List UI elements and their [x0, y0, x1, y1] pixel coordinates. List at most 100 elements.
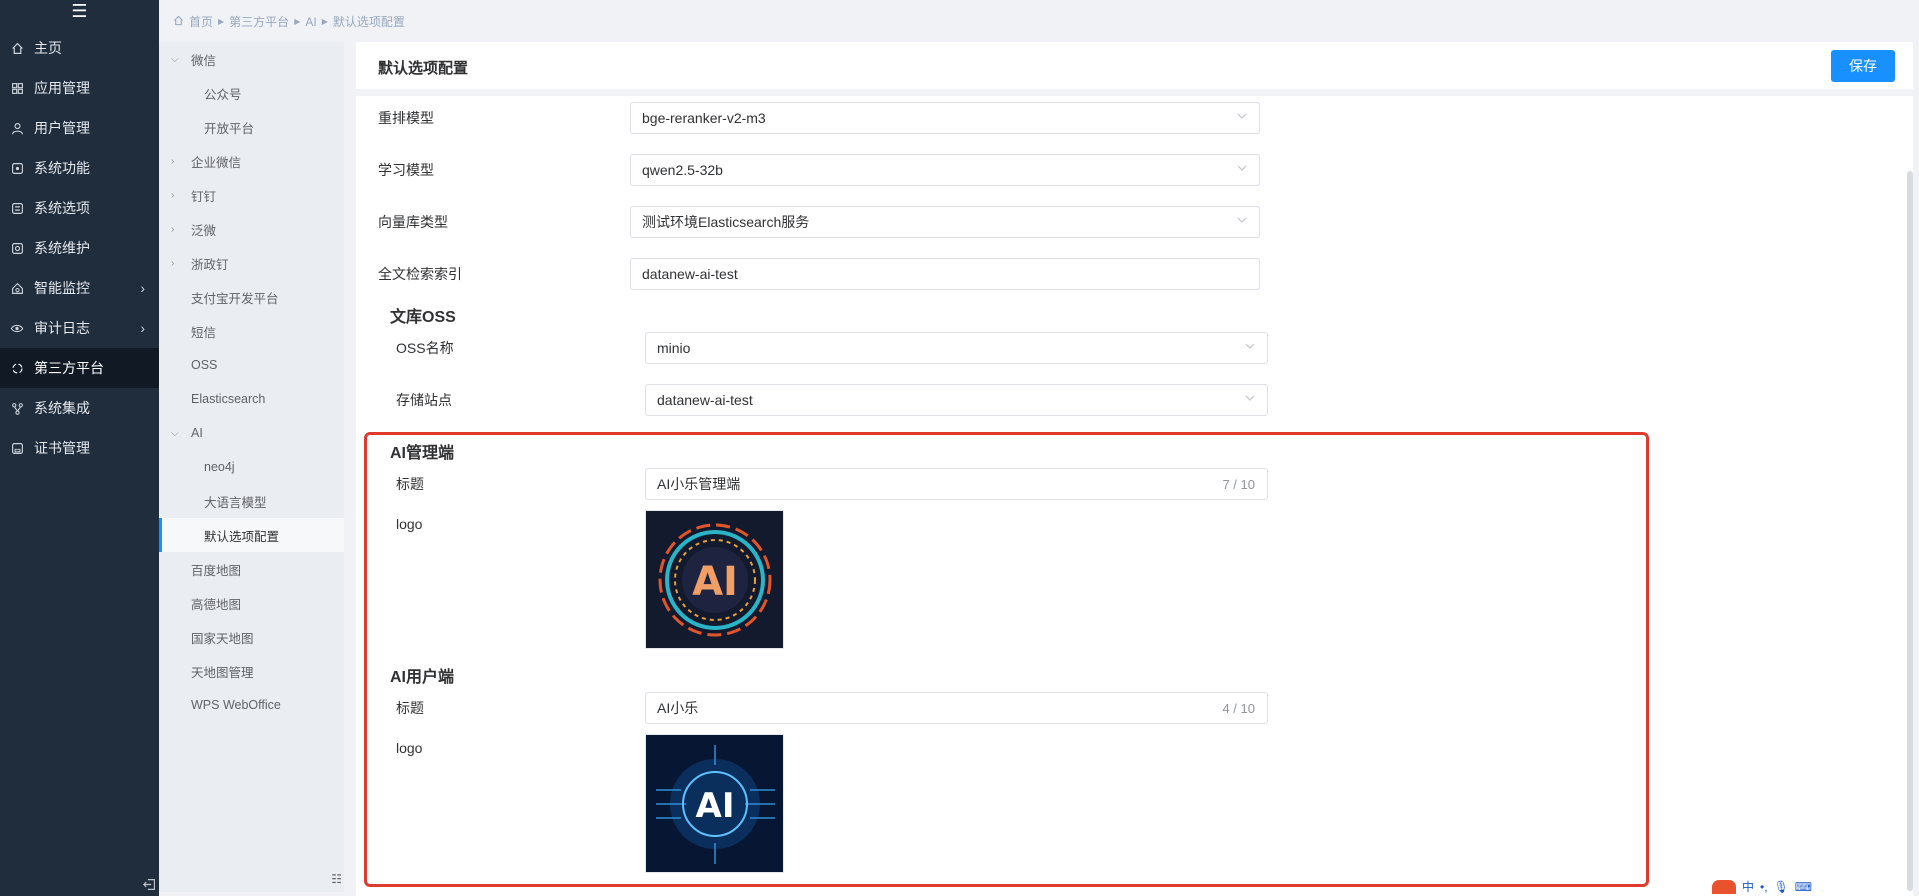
subnav-item-sms[interactable]: 短信: [159, 314, 344, 348]
subnav-item-amap[interactable]: 高德地图: [159, 586, 344, 620]
subnav-item-wps[interactable]: WPS WebOffice: [159, 688, 344, 722]
sidebar-item-audit[interactable]: 审计日志 ›: [0, 308, 159, 348]
subnav-item-alipay[interactable]: 支付宝开发平台: [159, 280, 344, 314]
subnav-label: OSS: [191, 358, 218, 372]
subnav-item-neo4j[interactable]: neo4j: [159, 450, 344, 484]
subnav-item-national-tianditu[interactable]: 国家天地图: [159, 620, 344, 654]
subnav-item-oss[interactable]: OSS: [159, 348, 344, 382]
oss-name-label: OSS名称: [396, 340, 454, 356]
oss-name-select[interactable]: minio: [645, 332, 1268, 364]
sidebar-item-home[interactable]: 主页: [0, 28, 159, 68]
sidebar-item-label: 系统选项: [34, 200, 90, 216]
certificate-icon: [10, 441, 24, 455]
ime-language[interactable]: 中: [1742, 878, 1754, 895]
sidebar-item-label: 智能监控: [34, 280, 90, 296]
sidebar-item-options[interactable]: 系统选项: [0, 188, 159, 228]
subnav-item-wechat[interactable]: ⌵ 微信: [159, 42, 344, 76]
ime-punctuation-icon[interactable]: •,: [1760, 880, 1768, 894]
sidebar-item-apps[interactable]: 应用管理: [0, 68, 159, 108]
chevron-right-icon: ›: [171, 257, 175, 269]
breadcrumb-level1[interactable]: 第三方平台: [229, 13, 289, 30]
collapse-sidebar-icon[interactable]: [143, 878, 157, 892]
page-title: 默认选项配置: [378, 60, 469, 77]
vector-db-label: 向量库类型: [378, 214, 448, 230]
sidebar-item-label: 证书管理: [34, 440, 90, 456]
menu-toggle-icon[interactable]: ☰: [0, 0, 159, 22]
integration-icon: [10, 401, 24, 415]
chevron-right-icon: ›: [140, 280, 145, 296]
chevron-down-icon: [1245, 343, 1255, 349]
fulltext-index-input[interactable]: datanew-ai-test: [630, 258, 1260, 290]
sidebar-item-monitor[interactable]: 智能监控 ›: [0, 268, 159, 308]
subnav-item-official-account[interactable]: 公众号: [159, 76, 344, 110]
subnav-item-llm[interactable]: 大语言模型: [159, 484, 344, 518]
subnav-item-ai[interactable]: ⌵ AI: [159, 416, 344, 450]
ime-toolbar[interactable]: 中 •, 🎙 ⌨: [1712, 877, 1812, 896]
chevron-right-icon: ›: [171, 155, 175, 167]
input-value: datanew-ai-test: [642, 266, 738, 282]
select-value: qwen2.5-32b: [642, 162, 723, 178]
save-button[interactable]: 保存: [1831, 50, 1895, 82]
breadcrumb-separator-icon: ▶: [218, 17, 225, 26]
chevron-down-icon: [1237, 165, 1247, 171]
subnav-label: neo4j: [204, 460, 235, 474]
chevron-down-icon: ⌵: [171, 427, 179, 439]
sidebar-item-label: 系统维护: [34, 240, 90, 256]
subnav-label: 开放平台: [204, 121, 255, 136]
chevron-down-icon: [1237, 217, 1247, 223]
collapse-subnav-icon[interactable]: ☷: [331, 872, 342, 886]
breadcrumb-home[interactable]: 首页: [189, 13, 213, 30]
breadcrumb-separator-icon: ▶: [321, 17, 328, 26]
home-icon: [10, 41, 24, 55]
subnav-label: 企业微信: [191, 155, 242, 170]
function-icon: [10, 161, 24, 175]
page-header: 默认选项配置 保存: [356, 42, 1913, 89]
sidebar-item-label: 系统集成: [34, 400, 90, 416]
subnav-item-tianditu-manage[interactable]: 天地图管理: [159, 654, 344, 688]
subnav-item-zheding[interactable]: › 浙政钉: [159, 246, 344, 280]
select-value: minio: [657, 340, 691, 356]
subnav-item-weaver[interactable]: › 泛微: [159, 212, 344, 246]
subnav-label: 百度地图: [191, 563, 242, 578]
learning-model-select[interactable]: qwen2.5-32b: [630, 154, 1260, 186]
user-icon: [10, 121, 24, 135]
subnav-label: 天地图管理: [191, 665, 254, 680]
sidebar-item-label: 审计日志: [34, 320, 90, 336]
breadcrumb-level3: 默认选项配置: [332, 15, 405, 29]
subnav-label: 钉钉: [191, 189, 217, 204]
storage-site-select[interactable]: datanew-ai-test: [645, 384, 1268, 416]
subnav-label: 大语言模型: [204, 495, 267, 510]
sidebar-item-label: 系统功能: [34, 160, 90, 176]
subnav-item-elasticsearch[interactable]: Elasticsearch: [159, 382, 344, 416]
vector-db-select[interactable]: 测试环境Elasticsearch服务: [630, 206, 1260, 238]
rerank-model-select[interactable]: bge-reranker-v2-m3: [630, 102, 1260, 134]
select-value: datanew-ai-test: [657, 392, 753, 408]
home-icon: [173, 15, 184, 29]
subnav-label: 高德地图: [191, 597, 242, 612]
select-value: bge-reranker-v2-m3: [642, 110, 766, 126]
subnav-item-dingtalk[interactable]: › 钉钉: [159, 178, 344, 212]
sidebar-item-users[interactable]: 用户管理: [0, 108, 159, 148]
subnav-item-wecom[interactable]: › 企业微信: [159, 144, 344, 178]
scrollbar[interactable]: [1907, 171, 1913, 891]
subnav-item-baidu-map[interactable]: 百度地图: [159, 552, 344, 586]
subnav-label: 短信: [191, 325, 217, 340]
sidebar-item-integration[interactable]: 系统集成: [0, 388, 159, 428]
sidebar-item-certificates[interactable]: 证书管理: [0, 428, 159, 468]
subnav-label: 泛微: [191, 223, 217, 238]
monitor-icon: [10, 281, 24, 295]
secondary-nav: ⌵ 微信 公众号 开放平台 › 企业微信 › 钉钉 › 泛微 › 浙政钉 支付宝开发平台 …: [159, 42, 344, 892]
options-icon: [10, 201, 24, 215]
subnav-item-open-platform[interactable]: 开放平台: [159, 110, 344, 144]
chevron-down-icon: ⌵: [171, 53, 179, 65]
breadcrumb-level2[interactable]: AI: [305, 15, 316, 29]
sidebar-item-label: 主页: [34, 40, 62, 56]
subnav-item-default-options[interactable]: 默认选项配置: [159, 518, 344, 552]
microphone-icon[interactable]: 🎙: [1774, 880, 1789, 894]
fulltext-index-label: 全文检索索引: [378, 266, 462, 282]
storage-site-label: 存储站点: [396, 392, 452, 408]
sidebar-item-maintenance[interactable]: 系统维护: [0, 228, 159, 268]
keyboard-icon[interactable]: ⌨: [1795, 880, 1812, 894]
sidebar-item-third-party[interactable]: 第三方平台: [0, 348, 159, 388]
sidebar-item-functions[interactable]: 系统功能: [0, 148, 159, 188]
